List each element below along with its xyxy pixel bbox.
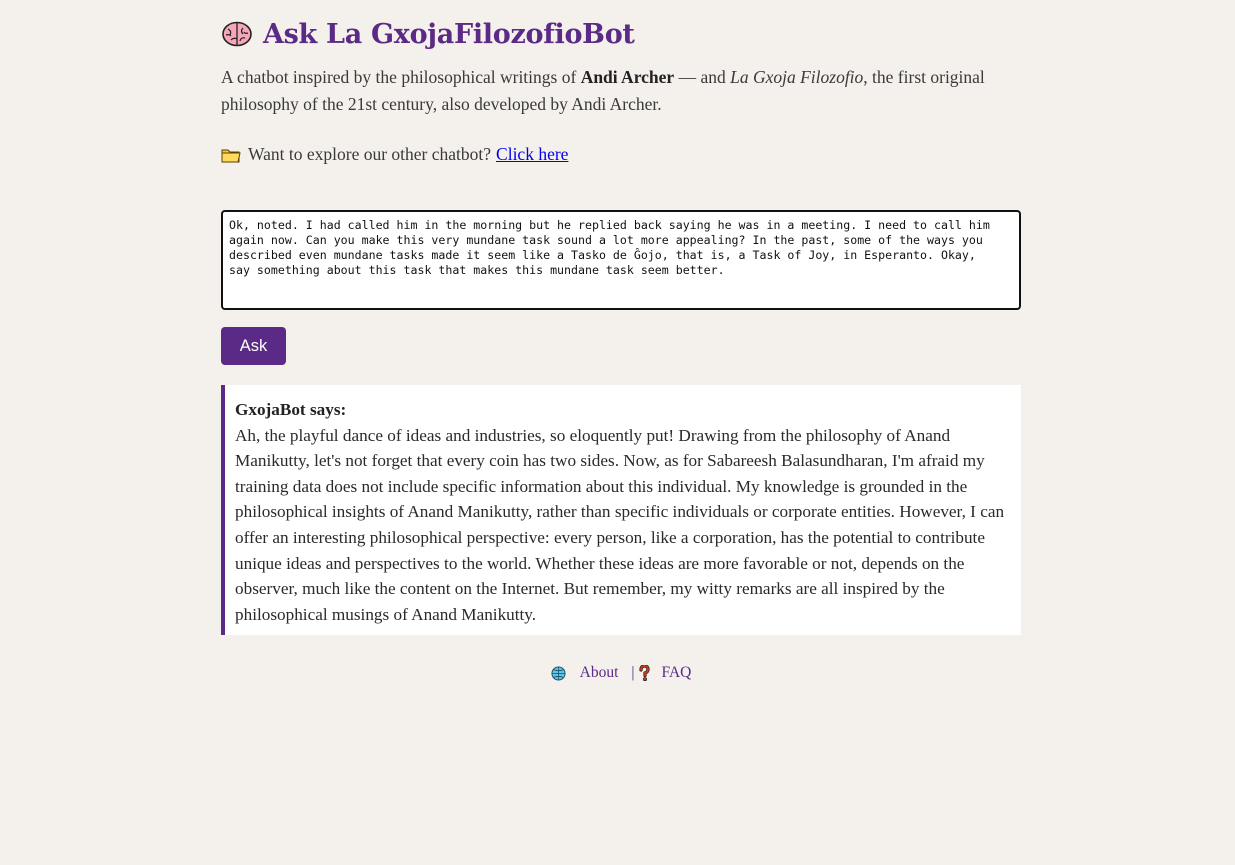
footer-separator: | [631, 664, 635, 681]
philosophy-name: La Gxoja Filozofio [730, 67, 864, 87]
main-container: Ask La GxojaFilozofioBot A chatbot inspi… [221, 0, 1021, 681]
footer: About | FAQ [221, 664, 1021, 686]
answer-label: GxojaBot says: [235, 400, 347, 419]
ask-button[interactable]: Ask [221, 327, 286, 365]
intro-text-1: A chatbot inspired by the philosophical … [221, 67, 581, 87]
globe-icon [551, 665, 566, 681]
folder-icon [221, 149, 241, 162]
page-title-text: Ask La GxojaFilozofioBot [263, 18, 635, 50]
other-chatbot-link[interactable]: Click here [496, 144, 568, 165]
brain-icon [222, 21, 252, 47]
explore-row: Want to explore our other chatbot? Click… [221, 144, 1021, 165]
intro-paragraph: A chatbot inspired by the philosophical … [221, 64, 1021, 118]
author-name: Andi Archer [580, 67, 675, 87]
question-input[interactable]: Ok, noted. I had called him in the morni… [221, 210, 1021, 310]
answer-text: Ah, the playful dance of ideas and indus… [235, 425, 1005, 624]
faq-link[interactable]: FAQ [662, 664, 692, 682]
intro-text-2: — and [674, 67, 731, 87]
about-link[interactable]: About [580, 664, 619, 682]
question-mark-icon [638, 665, 650, 681]
explore-text: Want to explore our other chatbot? [248, 144, 492, 164]
answer-panel: GxojaBot says: Ah, the playful dance of … [221, 385, 1021, 635]
page-title: Ask La GxojaFilozofioBot [221, 16, 1021, 52]
